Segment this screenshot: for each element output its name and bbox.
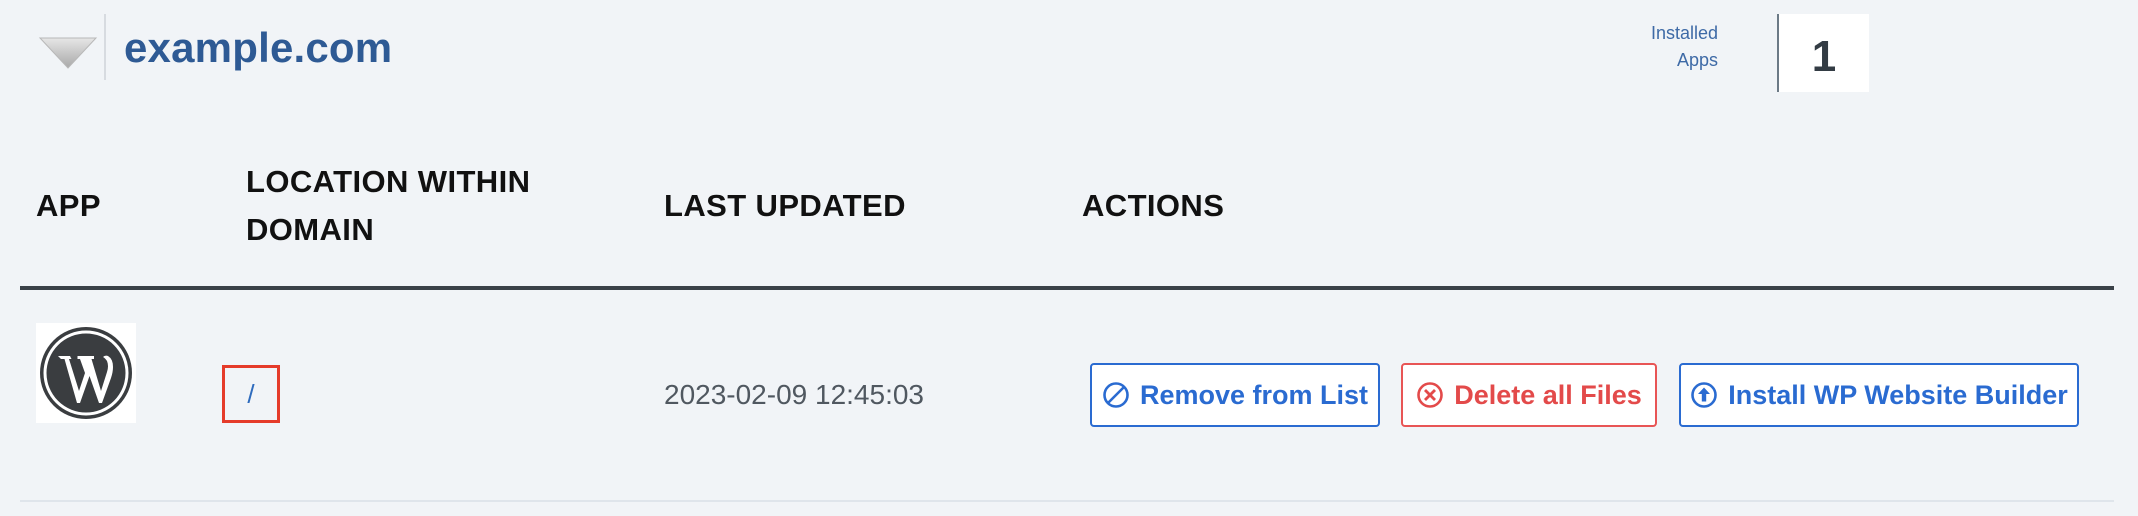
table-header-divider [20, 286, 2114, 290]
column-header-location-line2: DOMAIN [246, 212, 375, 247]
wordpress-logo-icon [36, 323, 136, 423]
installed-label-line2: Apps [1676, 50, 1718, 70]
installed-label-line1: Installed [1650, 23, 1718, 43]
installed-apps-count-box: 1 [1777, 14, 1869, 92]
header-divider [104, 14, 106, 80]
installed-apps-count: 1 [1811, 32, 1837, 81]
column-header-location-line1: LOCATION WITHIN [246, 164, 531, 199]
column-header-location: LOCATION WITHIN DOMAIN [246, 158, 576, 254]
location-link-highlight[interactable]: / [222, 365, 280, 423]
column-header-actions: ACTIONS [1082, 188, 1225, 223]
table-row-divider [20, 500, 2114, 502]
remove-from-list-label: Remove from List [1139, 379, 1369, 410]
circle-arrow-up-icon [1691, 382, 1718, 408]
install-wp-website-builder-label: Install WP Website Builder [1728, 379, 2068, 410]
column-header-last-updated: LAST UPDATED [664, 188, 906, 223]
remove-from-list-button[interactable]: Remove from List [1090, 363, 1380, 427]
domain-title[interactable]: example.com [124, 20, 392, 76]
location-link[interactable]: / [247, 379, 254, 410]
delete-all-files-button[interactable]: Delete all Files [1401, 363, 1657, 427]
collapse-toggle[interactable] [36, 30, 100, 78]
circle-x-icon [1417, 382, 1444, 408]
installed-apps-label: Installed Apps [1651, 20, 1718, 74]
last-updated-value: 2023-02-09 12:45:03 [664, 379, 924, 410]
install-wp-website-builder-button[interactable]: Install WP Website Builder [1679, 363, 2079, 427]
column-header-app: APP [36, 188, 101, 223]
circle-slash-icon [1103, 382, 1129, 408]
delete-all-files-label: Delete all Files [1454, 379, 1642, 410]
triangle-down-icon [38, 37, 98, 69]
